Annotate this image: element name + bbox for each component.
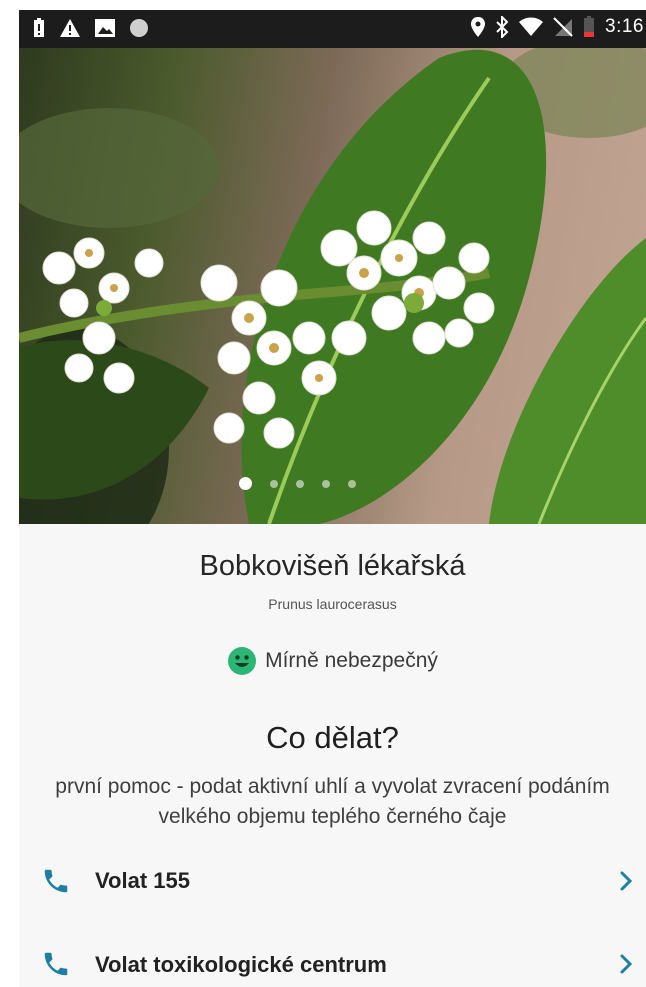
carousel-dot-1[interactable] xyxy=(239,477,252,490)
call-155-button[interactable]: Volat 155 xyxy=(19,842,646,920)
call-155-label: Volat 155 xyxy=(95,868,190,893)
call-toxicology-center-button[interactable]: Volat toxikologické centrum xyxy=(19,919,646,987)
phone-icon xyxy=(44,952,68,976)
smiley-face-icon xyxy=(228,647,257,675)
plant-name: Bobkovišeň lékařská xyxy=(199,550,466,582)
image-icon xyxy=(95,19,115,37)
carousel-dot-2[interactable] xyxy=(270,479,278,488)
what-to-do-title: Co dělat? xyxy=(266,720,399,755)
call-toxicology-label: Volat toxikologické centrum xyxy=(95,952,387,977)
bluetooth-icon xyxy=(496,16,509,38)
first-aid-text: první pomoc - podat aktivní uhlí a vyvol… xyxy=(55,775,610,828)
wifi-icon xyxy=(519,17,544,36)
location-icon xyxy=(471,17,486,37)
warning-icon xyxy=(60,19,80,37)
plant-image-carousel[interactable] xyxy=(19,48,646,524)
carousel-dot-4[interactable] xyxy=(322,479,330,488)
chevron-right-icon xyxy=(620,871,633,891)
phone-icon xyxy=(44,869,68,893)
circle-icon xyxy=(130,19,148,37)
what-to-do-section: Co dělat? první pomoc - podat aktivní uh… xyxy=(19,700,646,843)
status-time: 3:16 xyxy=(605,16,644,37)
battery-alert-icon xyxy=(34,18,44,37)
danger-label: Mírně nebezpečný xyxy=(265,649,438,672)
status-bar: 3:16 xyxy=(19,10,646,48)
danger-level-section: Mírně nebezpečný xyxy=(19,622,646,701)
plant-title-section: Bobkovišeň lékařská Prunus laurocerasus xyxy=(19,524,646,623)
plant-photo xyxy=(19,48,646,524)
app-screen: 3:16 Bobkovišeň lékařská Prunus laurocer… xyxy=(19,10,646,987)
no-sim-icon xyxy=(553,17,573,37)
plant-latin-name: Prunus laurocerasus xyxy=(268,596,397,612)
chevron-right-icon xyxy=(620,954,633,974)
battery-icon xyxy=(584,16,595,37)
carousel-dot-3[interactable] xyxy=(296,479,304,488)
carousel-dot-5[interactable] xyxy=(348,479,356,488)
carousel-page-indicator[interactable] xyxy=(19,477,646,490)
